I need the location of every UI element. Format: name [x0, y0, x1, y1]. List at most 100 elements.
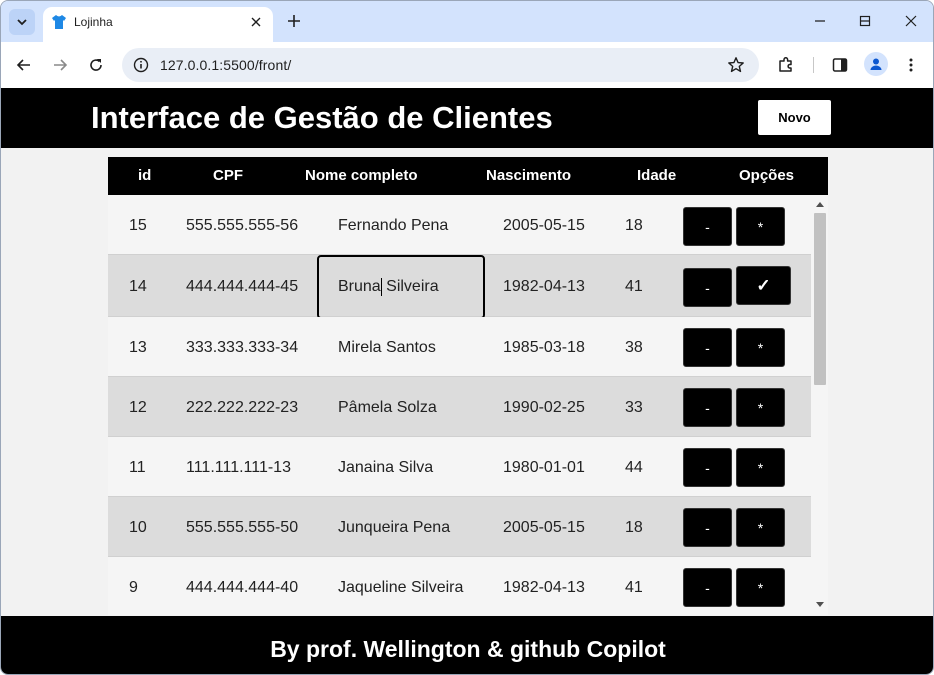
tab-title: Lojinha [74, 15, 113, 29]
page-title: Interface de Gestão de Clientes [91, 100, 553, 135]
profile-button[interactable] [864, 52, 888, 76]
name-text-after-caret: Silveira [381, 278, 439, 295]
app-footer: By prof. Wellington & github Copilot [1, 616, 933, 674]
new-tab-button[interactable] [284, 11, 304, 31]
new-client-button[interactable]: Novo [757, 99, 832, 136]
confirm-edit-button[interactable]: ✓ [736, 266, 791, 305]
table-row: 15 555.555.555-56 Fernando Pena 2005-05-… [108, 195, 811, 255]
column-header-opcoes: Opções [739, 167, 795, 184]
remove-button[interactable]: - [683, 448, 732, 487]
chevron-down-icon [17, 19, 27, 26]
cell-cpf: 444.444.444-40 [186, 579, 299, 596]
table-row: 11 111.111.111-13 Janaina Silva 1980-01-… [108, 437, 811, 497]
window-maximize-button[interactable] [850, 9, 880, 33]
table-row: 12 222.222.222-23 Pâmela Solza 1990-02-2… [108, 377, 811, 437]
column-header-nome: Nome completo [305, 167, 418, 184]
minimize-icon [815, 20, 825, 22]
edit-button[interactable]: * [736, 388, 785, 427]
cell-nome: Fernando Pena [338, 217, 449, 234]
close-icon [251, 17, 261, 27]
footer-credits: By prof. Wellington & github Copilot [270, 636, 666, 662]
page-content: Interface de Gestão de Clientes Novo id … [1, 88, 933, 674]
plus-icon [288, 15, 300, 27]
cell-nascimento: 1990-02-25 [503, 399, 585, 416]
remove-button[interactable]: - [683, 328, 732, 367]
column-header-id: id [138, 167, 152, 184]
arrow-left-icon [16, 59, 30, 71]
browser-toolbar: 127.0.0.1:5500/front/ [1, 42, 933, 88]
column-header-idade: Idade [637, 167, 677, 184]
cell-nascimento: 2005-05-15 [503, 217, 585, 234]
puzzle-icon [779, 56, 792, 72]
cell-cpf: 333.333.333-34 [186, 339, 299, 356]
address-bar[interactable]: 127.0.0.1:5500/front/ [122, 48, 759, 82]
tshirt-icon [52, 15, 66, 29]
reload-button[interactable] [84, 53, 108, 77]
browser-menu-button[interactable] [899, 53, 923, 77]
extensions-button[interactable] [774, 53, 798, 77]
table-row-editing: 14 444.444.444-45 Bruna Silveira 1982-04… [108, 255, 811, 319]
edit-button[interactable]: * [736, 328, 785, 367]
cell-nascimento: 1980-01-01 [503, 459, 585, 476]
side-panel-button[interactable] [828, 53, 852, 77]
site-info-icon [133, 57, 149, 73]
client-table-body: 15 555.555.555-56 Fernando Pena 2005-05-… [108, 195, 828, 615]
table-row: 10 555.555.555-50 Junqueira Pena 2005-05… [108, 497, 811, 557]
window-close-button[interactable] [896, 9, 926, 33]
edit-button[interactable]: * [736, 207, 785, 246]
edit-button[interactable]: * [736, 508, 785, 547]
cell-idade: 38 [625, 339, 643, 356]
cell-idade: 33 [625, 399, 643, 416]
cell-cpf: 111.111.111-13 [186, 459, 291, 476]
browser-window: Lojinha 127.0.0.1:5500/front/ Interface … [0, 0, 934, 675]
toolbar-separator [813, 57, 814, 73]
window-minimize-button[interactable] [805, 9, 835, 33]
url-text[interactable]: 127.0.0.1:5500/front/ [160, 57, 291, 73]
cell-idade: 41 [625, 278, 643, 295]
cell-nome: Junqueira Pena [338, 519, 451, 536]
bookmark-button[interactable] [724, 53, 748, 77]
name-edit-field[interactable]: Bruna Silveira [317, 255, 485, 319]
cell-idade: 44 [625, 459, 643, 476]
edit-button[interactable]: * [736, 568, 785, 607]
cell-nome: Mirela Santos [338, 339, 436, 356]
table-row: 9 444.444.444-40 Jaqueline Silveira 1982… [108, 557, 811, 615]
name-text-before-caret: Bruna [338, 278, 381, 295]
browser-tab[interactable]: Lojinha [43, 7, 273, 42]
cell-cpf: 555.555.555-50 [186, 519, 299, 536]
tab-close-button[interactable] [247, 13, 265, 31]
cell-nascimento: 1985-03-18 [503, 339, 585, 356]
cell-id: 9 [129, 579, 138, 596]
app-header: Interface de Gestão de Clientes Novo [1, 88, 933, 148]
remove-button[interactable]: - [683, 268, 732, 307]
table-header: id CPF Nome completo Nascimento Idade Op… [108, 157, 828, 195]
remove-button[interactable]: - [683, 207, 732, 246]
cell-id: 11 [129, 459, 146, 476]
cell-id: 10 [129, 519, 147, 536]
scrollbar-thumb[interactable] [814, 213, 826, 385]
back-button[interactable] [12, 53, 36, 77]
side-panel-icon [832, 58, 848, 72]
remove-button[interactable]: - [683, 388, 732, 427]
kebab-menu-icon [909, 58, 913, 72]
cell-nascimento: 1982-04-13 [503, 579, 585, 596]
cell-idade: 18 [625, 217, 643, 234]
scroll-up-arrow[interactable] [816, 202, 824, 207]
tab-search-button[interactable] [9, 9, 35, 35]
scroll-down-arrow[interactable] [816, 602, 824, 607]
site-info-button[interactable] [129, 53, 153, 77]
cell-nome: Pâmela Solza [338, 399, 437, 416]
forward-button[interactable] [48, 53, 72, 77]
cell-id: 14 [129, 278, 147, 295]
cell-id: 12 [129, 399, 147, 416]
table-scrollbar[interactable] [811, 195, 828, 615]
cell-cpf: 222.222.222-23 [186, 399, 299, 416]
remove-button[interactable]: - [683, 508, 732, 547]
edit-button[interactable]: * [736, 448, 785, 487]
cell-nascimento: 2005-05-15 [503, 519, 585, 536]
remove-button[interactable]: - [683, 568, 732, 607]
cell-nome: Jaqueline Silveira [338, 579, 464, 596]
cell-id: 15 [129, 217, 147, 234]
cell-idade: 41 [625, 579, 643, 596]
table-row: 13 333.333.333-34 Mirela Santos 1985-03-… [108, 317, 811, 377]
